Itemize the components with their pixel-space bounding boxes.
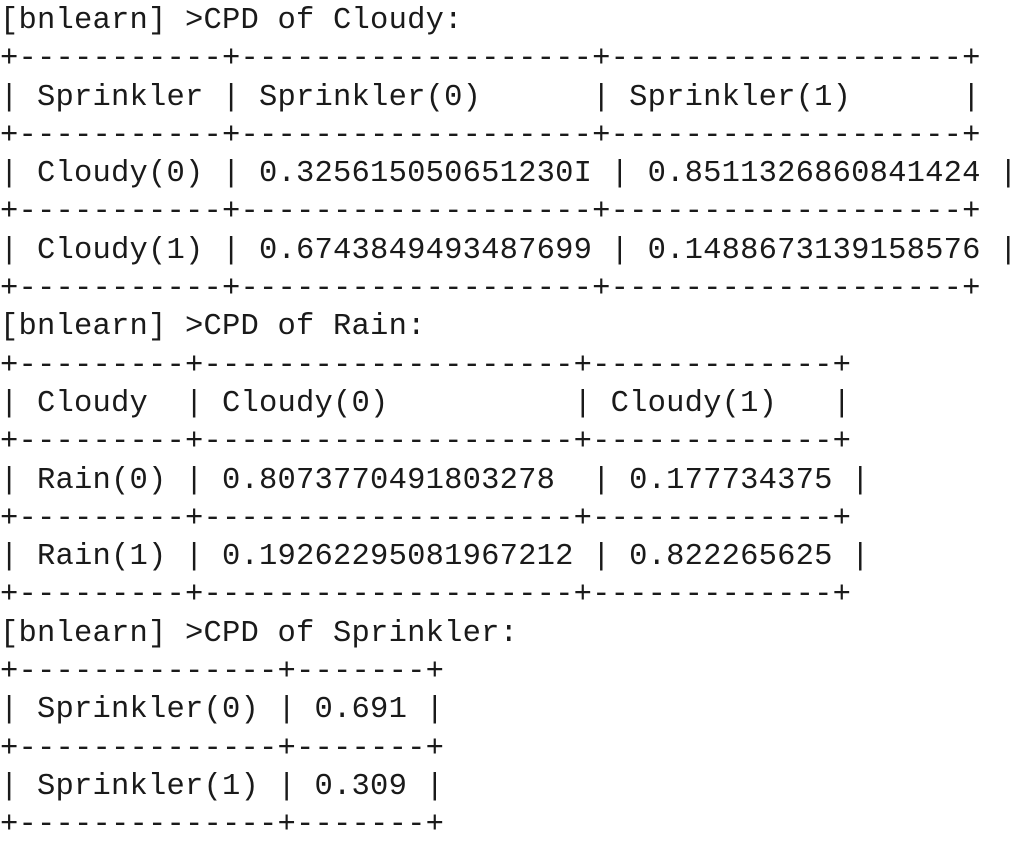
table-border: +-----------+-------------------+-------… bbox=[0, 42, 981, 77]
table-row: | Rain(0) | 0.8073770491803278 | 0.17773… bbox=[0, 463, 870, 498]
table-border: +---------+--------------------+--------… bbox=[0, 348, 852, 383]
table-header-row: | Cloudy | Cloudy(0) | Cloudy(1) | bbox=[0, 386, 852, 421]
table-row: | Sprinkler(0) | 0.691 | bbox=[0, 693, 445, 728]
table-border: +---------+--------------------+--------… bbox=[0, 501, 852, 536]
cpd-header-sprinkler: [bnlearn] >CPD of Sprinkler: bbox=[0, 616, 519, 651]
terminal-output: [bnlearn] >CPD of Cloudy: +-----------+--… bbox=[0, 0, 1025, 845]
table-border: +---------+--------------------+--------… bbox=[0, 425, 852, 460]
table-border: +--------------+-------+ bbox=[0, 655, 445, 690]
table-header-row: | Sprinkler | Sprinkler(0) | Sprinkler(1… bbox=[0, 80, 981, 115]
table-border: +-----------+-------------------+-------… bbox=[0, 118, 981, 153]
table-row: | Cloudy(1) | 0.6743849493487699 | 0.148… bbox=[0, 233, 1018, 268]
table-row: | Sprinkler(1) | 0.309 | bbox=[0, 769, 445, 804]
table-border: +-----------+-------------------+-------… bbox=[0, 272, 981, 307]
table-border: +---------+--------------------+--------… bbox=[0, 578, 852, 613]
table-border: +-----------+-------------------+-------… bbox=[0, 195, 981, 230]
cpd-header-cloudy: [bnlearn] >CPD of Cloudy: bbox=[0, 4, 463, 38]
cpd-header-rain: [bnlearn] >CPD of Rain: bbox=[0, 310, 426, 345]
table-border: +--------------+-------+ bbox=[0, 808, 445, 843]
table-row: | Cloudy(0) | 0.325615050651230I | 0.851… bbox=[0, 157, 1018, 192]
table-border: +--------------+-------+ bbox=[0, 731, 445, 766]
table-row: | Rain(1) | 0.19262295081967212 | 0.8222… bbox=[0, 540, 870, 575]
